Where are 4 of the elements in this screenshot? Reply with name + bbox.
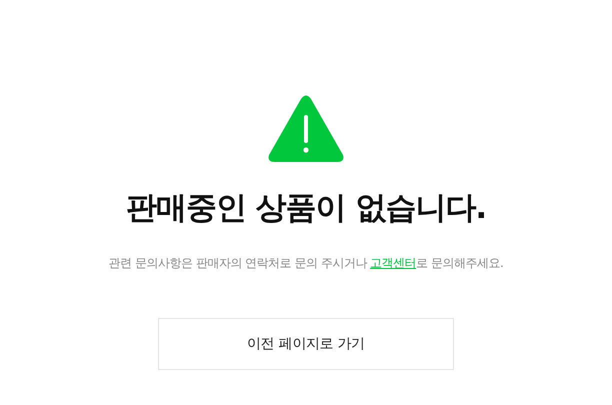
- warning-icon: [267, 95, 345, 163]
- page-title: 판매중인 상품이 없습니다.: [126, 189, 486, 228]
- help-text: 관련 문의사항은 판매자의 연락처로 문의 주시거나 고객센터로 문의해주세요.: [108, 255, 504, 272]
- back-button[interactable]: 이전 페이지로 가기: [158, 318, 454, 370]
